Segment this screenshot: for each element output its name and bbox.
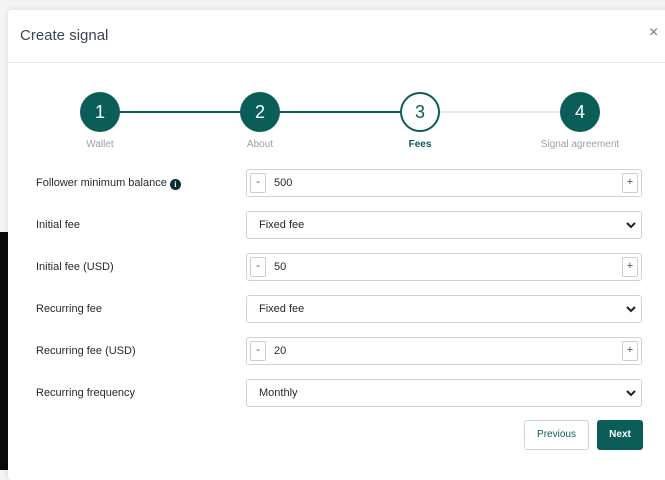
recurring-fee-usd-stepper: - 20 + <box>246 337 642 365</box>
step-4-circle[interactable]: 4 <box>560 92 600 132</box>
recurring-fee-usd-input[interactable]: 20 <box>274 345 286 357</box>
decrement-button[interactable]: - <box>250 173 266 193</box>
initial-fee-value: Fixed fee <box>259 219 305 231</box>
recurring-frequency-value: Monthly <box>259 387 298 399</box>
chevron-down-icon <box>626 306 636 313</box>
recurring-fee-usd-label: Recurring fee (USD) <box>36 345 136 357</box>
follower-min-balance-row: Follower minimum balance i - 500 + <box>8 169 665 199</box>
previous-button[interactable]: Previous <box>524 420 589 450</box>
step-3-circle[interactable]: 3 <box>400 92 440 132</box>
next-button[interactable]: Next <box>597 420 643 450</box>
step-4-label: Signal agreement <box>540 139 620 150</box>
decrement-button[interactable]: - <box>250 341 266 361</box>
decrement-button[interactable]: - <box>250 257 266 277</box>
initial-fee-row: Initial fee Fixed fee <box>8 211 665 241</box>
step-2-circle[interactable]: 2 <box>240 92 280 132</box>
initial-fee-usd-stepper: - 50 + <box>246 253 642 281</box>
recurring-frequency-row: Recurring frequency Monthly <box>8 379 665 409</box>
recurring-fee-label: Recurring fee <box>36 303 103 315</box>
increment-button[interactable]: + <box>622 173 638 193</box>
initial-fee-select[interactable]: Fixed fee <box>246 211 642 239</box>
follower-min-balance-text: Follower minimum balance <box>36 177 167 189</box>
recurring-fee-row: Recurring fee Fixed fee <box>8 295 665 325</box>
initial-fee-usd-input[interactable]: 50 <box>274 261 286 273</box>
progress-stepper: 1 2 3 4 Wallet About Fees Signal agreeme… <box>8 10 665 170</box>
increment-button[interactable]: + <box>622 341 638 361</box>
step-2-label: About <box>246 139 274 150</box>
step-connector-3 <box>420 111 580 113</box>
follower-min-balance-label: Follower minimum balance i <box>36 177 181 190</box>
recurring-frequency-select[interactable]: Monthly <box>246 379 642 407</box>
initial-fee-usd-row: Initial fee (USD) - 50 + <box>8 253 665 283</box>
follower-min-balance-stepper: - 500 + <box>246 169 642 197</box>
step-1-circle[interactable]: 1 <box>80 92 120 132</box>
step-connector-1 <box>100 111 260 113</box>
recurring-fee-usd-row: Recurring fee (USD) - 20 + <box>8 337 665 367</box>
recurring-frequency-label: Recurring frequency <box>36 387 136 399</box>
follower-min-balance-input[interactable]: 500 <box>274 177 292 189</box>
step-1-label: Wallet <box>86 139 114 150</box>
create-signal-modal: Create signal × 1 2 3 4 Wallet About Fee… <box>8 10 665 480</box>
chevron-down-icon <box>626 222 636 229</box>
initial-fee-usd-label: Initial fee (USD) <box>36 261 114 273</box>
recurring-fee-select[interactable]: Fixed fee <box>246 295 642 323</box>
increment-button[interactable]: + <box>622 257 638 277</box>
step-connector-2 <box>260 111 420 113</box>
recurring-fee-value: Fixed fee <box>259 303 305 315</box>
initial-fee-label: Initial fee <box>36 219 81 231</box>
chevron-down-icon <box>626 390 636 397</box>
info-icon[interactable]: i <box>169 179 181 190</box>
step-3-label: Fees <box>408 139 432 150</box>
